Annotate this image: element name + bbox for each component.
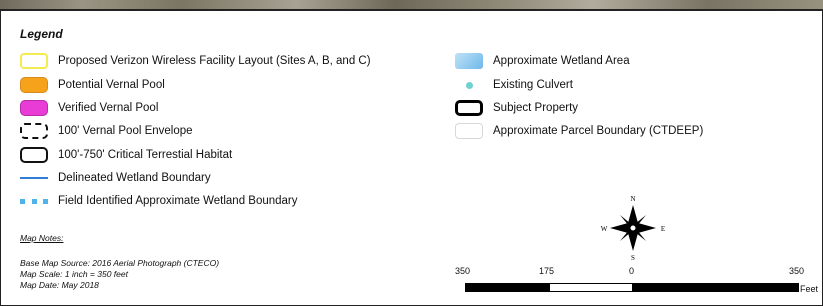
- wetland-area-icon: [455, 53, 483, 69]
- scale-tick-label: 0: [629, 266, 635, 276]
- yellow-outline-box-icon: [20, 53, 48, 69]
- light-grey-box-icon: [455, 123, 483, 139]
- legend-item-label: Proposed Verizon Wireless Facility Layou…: [58, 55, 371, 67]
- scale-tick-label: 350: [789, 266, 805, 276]
- legend-item-label: Existing Culvert: [493, 79, 573, 91]
- blue-dotted-line-icon: [20, 193, 48, 209]
- map-notes-source: Base Map Source: 2016 Aerial Photograph …: [20, 258, 220, 268]
- legend-item-verified-vernal-pool: Verified Vernal Pool: [20, 99, 158, 117]
- magenta-filled-box-icon: [20, 100, 48, 116]
- compass-e-label: E: [661, 225, 665, 233]
- aerial-photo-strip: [0, 0, 823, 9]
- legend-item-vernal-pool-envelope: 100' Vernal Pool Envelope: [20, 122, 193, 140]
- legend-item-potential-vernal-pool: Potential Vernal Pool: [20, 76, 165, 94]
- legend-item-subject-property: Subject Property: [455, 99, 578, 117]
- legend-title: Legend: [20, 27, 63, 41]
- legend-item-critical-habitat: 100'-750' Critical Terrestial Habitat: [20, 146, 232, 164]
- orange-filled-box-icon: [20, 77, 48, 93]
- map-notes-scale: Map Scale: 1 inch = 350 feet: [20, 269, 128, 279]
- scale-bar: [465, 283, 799, 292]
- legend-item-label: Subject Property: [493, 102, 579, 114]
- solid-black-box-icon: [20, 147, 48, 163]
- legend-item-wetland-area: Approximate Wetland Area: [455, 52, 630, 70]
- culvert-dot-icon: [455, 77, 483, 93]
- map-notes-date: Map Date: May 2018: [20, 280, 99, 290]
- thick-black-box-icon: [455, 100, 483, 116]
- legend-item-label: 100' Vernal Pool Envelope: [58, 125, 193, 137]
- scale-unit-label: Feet: [800, 284, 819, 294]
- blue-line-icon: [20, 170, 48, 186]
- legend-item-culvert: Existing Culvert: [455, 76, 573, 94]
- compass-rose-icon: N S W E: [601, 195, 665, 262]
- legend-item-delineated-wetland: Delineated Wetland Boundary: [20, 169, 211, 187]
- scale-bar-segment: [466, 284, 549, 291]
- legend-item-verizon-layout: Proposed Verizon Wireless Facility Layou…: [20, 52, 371, 70]
- scale-bar-segment: [549, 284, 632, 291]
- scale-tick-label: 175: [539, 266, 555, 276]
- legend-item-label: Verified Vernal Pool: [58, 102, 159, 114]
- legend-item-label: Delineated Wetland Boundary: [58, 172, 211, 184]
- legend-item-label: Field Identified Approximate Wetland Bou…: [58, 195, 298, 207]
- legend-item-parcel-boundary: Approximate Parcel Boundary (CTDEEP): [455, 122, 703, 140]
- scale-bar-segment: [632, 284, 798, 291]
- compass-s-label: S: [631, 254, 635, 262]
- legend-item-label: Potential Vernal Pool: [58, 79, 165, 91]
- scale-tick-label: 350: [455, 266, 471, 276]
- compass-w-label: W: [601, 225, 608, 233]
- legend-item-label: Approximate Wetland Area: [493, 55, 630, 67]
- legend-item-label: Approximate Parcel Boundary (CTDEEP): [493, 125, 704, 137]
- legend-item-field-wetland: Field Identified Approximate Wetland Bou…: [20, 192, 298, 210]
- legend-item-label: 100'-750' Critical Terrestial Habitat: [58, 149, 233, 161]
- dashed-black-box-icon: [20, 123, 48, 139]
- compass-n-label: N: [630, 195, 635, 203]
- map-notes-heading: Map Notes:: [20, 233, 64, 243]
